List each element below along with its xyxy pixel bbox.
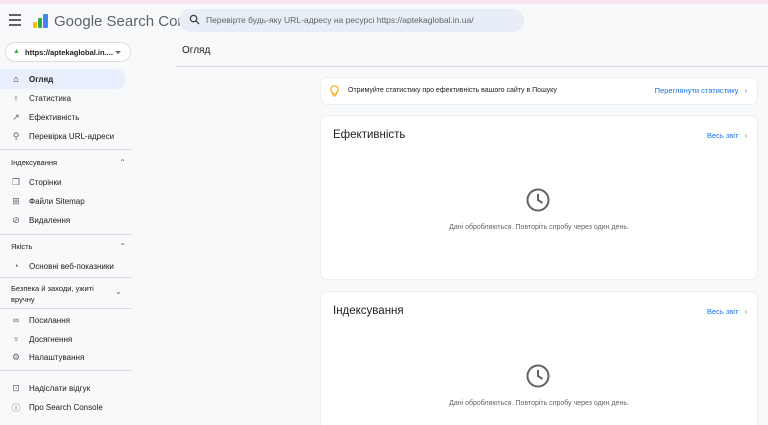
sidebar-item-sitemaps[interactable]: ⊞ Файли Sitemap: [0, 191, 126, 211]
sidebar-item-achievements[interactable]: ♆ Досягнення: [0, 329, 126, 349]
clock-icon: [526, 188, 550, 212]
section-security[interactable]: Безпека й заходи, ужиті вручну: [11, 283, 111, 305]
trophy-icon: ♆: [12, 334, 20, 344]
view-insights-link[interactable]: Переглянути статистику ›: [655, 86, 747, 95]
page-title: Огляд: [182, 45, 211, 56]
insights-banner: Отримуйте статистику про ефективність ва…: [321, 78, 757, 104]
sidebar-item-pages[interactable]: ❐ Сторінки: [0, 172, 126, 192]
lightbulb-icon: ♀: [12, 93, 20, 103]
sidebar-item-settings[interactable]: ⚙ Налаштування: [0, 347, 126, 367]
lightbulb-icon: [330, 85, 339, 97]
sidebar-item-core-web-vitals[interactable]: ◔ Основні веб-показники: [0, 256, 126, 276]
chevron-up-icon: ⌃: [119, 242, 126, 251]
sidebar-item-insights[interactable]: ♀ Статистика: [0, 88, 126, 108]
link-icon: ∞: [12, 315, 20, 325]
info-icon: ⓘ: [11, 402, 21, 413]
gauge-icon: ◔: [13, 261, 19, 271]
clock-icon: [526, 364, 550, 388]
sidebar-item-performance[interactable]: ↗ Ефективність: [0, 107, 126, 127]
removal-icon: ⊘: [12, 214, 20, 225]
section-quality[interactable]: Якість ⌃: [11, 242, 126, 251]
url-inspection-search[interactable]: Перевірте будь-яку URL-адресу на ресурсі…: [179, 9, 524, 32]
sidebar-item-feedback[interactable]: ⊡ Надіслати відгук: [0, 378, 126, 398]
performance-full-report-link[interactable]: Весь звіт ›: [707, 131, 747, 140]
feedback-icon: ⊡: [12, 382, 20, 393]
section-indexing[interactable]: Індексування ⌃: [11, 158, 126, 167]
gear-icon: ⚙: [11, 351, 21, 362]
chevron-down-icon[interactable]: ⌄: [115, 287, 122, 296]
indexing-full-report-link[interactable]: Весь звіт ›: [707, 307, 747, 316]
chevron-down-icon: [115, 51, 121, 54]
chevron-right-icon: ›: [744, 86, 748, 95]
menu-icon[interactable]: [9, 14, 25, 28]
sidebar-item-links[interactable]: ∞ Посилання: [0, 310, 126, 330]
sidebar-item-about[interactable]: ⓘ Про Search Console: [0, 397, 126, 417]
property-selector[interactable]: ▲ https://aptekaglobal.in....: [5, 42, 131, 62]
sidebar-item-overview[interactable]: ⌂ Огляд: [0, 69, 126, 89]
sidebar-item-url-inspection[interactable]: ⚲ Перевірка URL-адреси: [0, 126, 126, 146]
chevron-up-icon: ⌃: [119, 158, 126, 167]
divider: [0, 234, 132, 235]
divider: [0, 370, 132, 371]
divider: [0, 149, 132, 150]
indexing-card-title: Індексування: [333, 305, 404, 317]
home-icon: ⌂: [13, 74, 19, 84]
search-placeholder: Перевірте будь-яку URL-адресу на ресурсі…: [206, 15, 474, 25]
performance-card-title: Ефективність: [333, 129, 406, 141]
pages-icon: ❐: [11, 176, 21, 187]
trend-icon: ↗: [12, 111, 20, 122]
performance-card: Ефективність Весь звіт › Дані обробляють…: [321, 116, 757, 279]
chevron-right-icon: ›: [744, 131, 748, 140]
banner-text: Отримуйте статистику про ефективність ва…: [348, 87, 557, 94]
divider: [0, 308, 132, 309]
chevron-right-icon: ›: [744, 307, 748, 316]
processing-message: Дані обробляються. Повторіть спробу чере…: [449, 224, 629, 231]
property-icon: ▲: [13, 48, 20, 55]
app-header: Google Search Console Перевірте будь-яку…: [0, 4, 768, 38]
processing-message: Дані обробляються. Повторіть спробу чере…: [449, 400, 629, 407]
divider: [0, 277, 132, 278]
sitemap-icon: ⊞: [12, 195, 20, 206]
property-label: https://aptekaglobal.in....: [25, 48, 113, 57]
indexing-card: Індексування Весь звіт › Дані обробляють…: [321, 292, 757, 425]
sidebar-item-removals[interactable]: ⊘ Видалення: [0, 210, 126, 230]
search-icon: [189, 14, 200, 25]
divider: [176, 66, 768, 67]
search-console-logo: [33, 14, 48, 28]
search-icon: ⚲: [12, 130, 20, 141]
